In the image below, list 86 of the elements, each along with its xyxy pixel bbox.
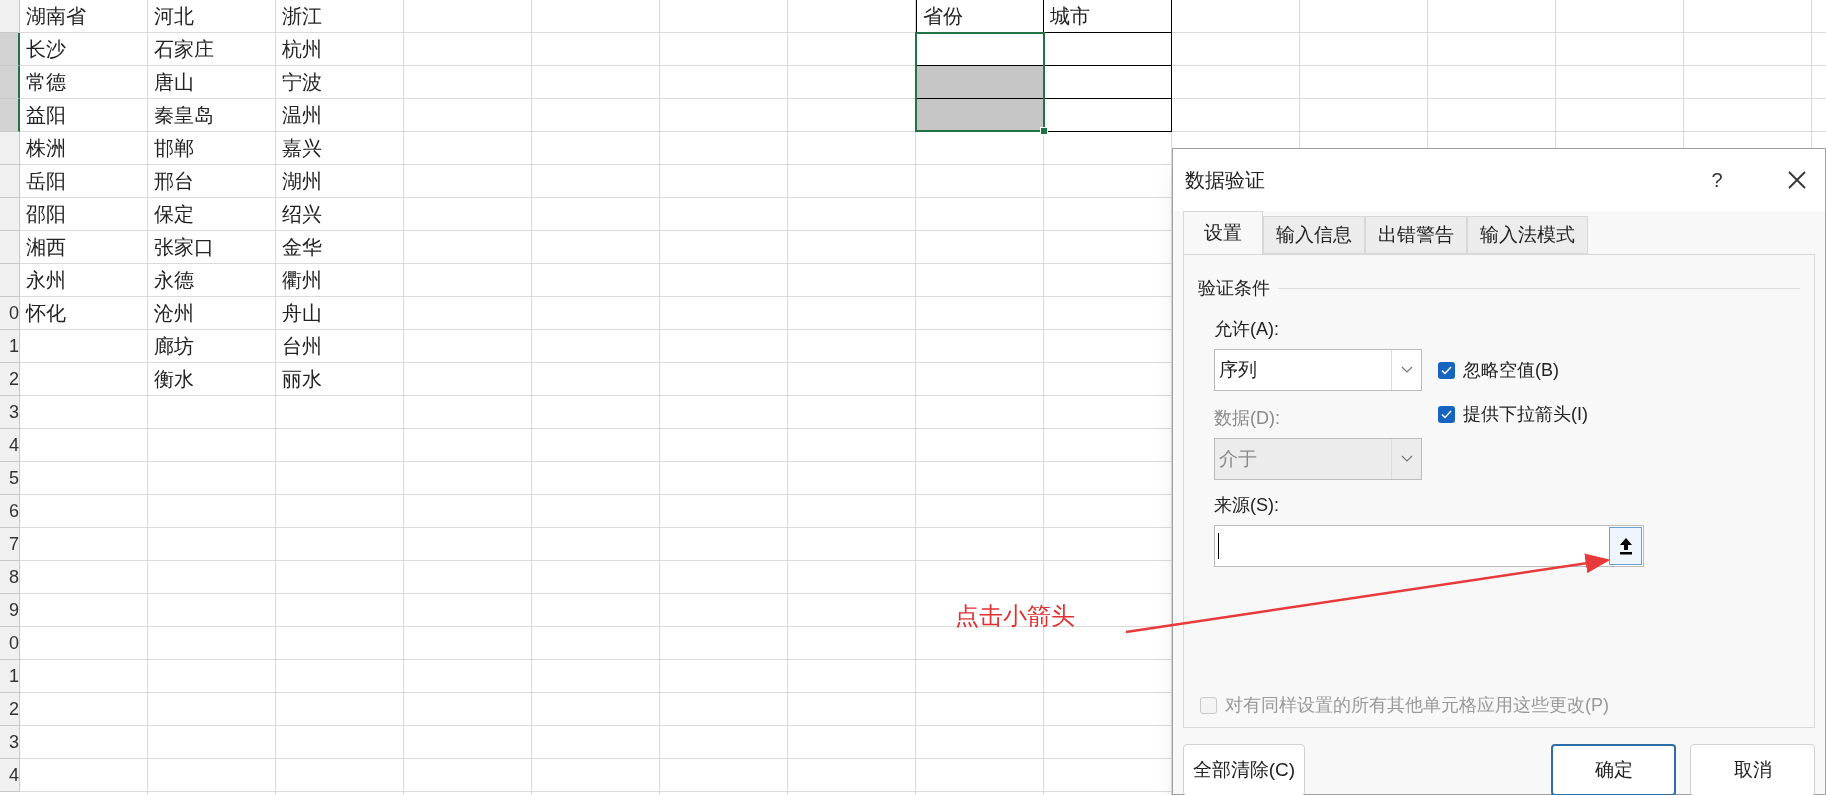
table-cell-text: 绍兴 (281, 202, 323, 227)
table-cell-text: 常德 (25, 70, 67, 95)
table-cell-text: 嘉兴 (281, 136, 323, 161)
row-header[interactable]: 3 (0, 396, 20, 429)
upload-arrow-icon (1618, 537, 1633, 555)
table-cell-text: 邢台 (153, 169, 195, 194)
table-cell-text: 衢州 (281, 268, 323, 293)
field-label: 来源(S): (1214, 494, 1280, 517)
row-header[interactable]: 7 (0, 528, 20, 561)
chevron-down-icon (1400, 455, 1413, 463)
row-header[interactable]: 8 (0, 561, 20, 594)
table-cell-text: 丽水 (281, 367, 323, 392)
dialog-tab[interactable]: 设置 (1183, 211, 1263, 254)
table-cell-text: 秦皇岛 (153, 103, 215, 128)
table-cell-text: 岳阳 (25, 169, 67, 194)
row-header[interactable]: 3 (0, 726, 20, 759)
source-input[interactable] (1214, 525, 1644, 567)
field-label: 允许(A): (1214, 318, 1280, 341)
checkbox-label: 忽略空值(B) (1463, 359, 1559, 382)
close-icon (1788, 171, 1806, 189)
row-header[interactable] (0, 33, 20, 66)
dialog-tab[interactable]: 输入信息 (1263, 216, 1365, 254)
table-cell-text: 邯郸 (153, 136, 195, 161)
empty-table-cell[interactable] (1044, 33, 1172, 66)
row-header[interactable]: 6 (0, 495, 20, 528)
dropdown-field[interactable]: 序列 (1214, 349, 1422, 391)
table-cell-text: 湖州 (281, 169, 323, 194)
dialog-button[interactable]: 取消 (1690, 744, 1815, 795)
table-cell-text: 永州 (25, 268, 67, 293)
row-header[interactable]: 9 (0, 594, 20, 627)
dialog-button[interactable]: 全部清除(C) (1183, 744, 1305, 795)
table-cell-text: 湘西 (25, 235, 67, 260)
table-cell-text: 衡水 (153, 367, 195, 392)
row-header[interactable]: 1 (0, 330, 20, 363)
checkbox[interactable] (1438, 362, 1455, 379)
text-cursor (1218, 533, 1219, 559)
annotation-text: 点击小箭头 (955, 601, 1075, 631)
row-header[interactable]: 4 (0, 759, 20, 792)
dialog-tab[interactable]: 输入法模式 (1467, 216, 1588, 254)
dialog-button[interactable]: 确定 (1551, 744, 1676, 795)
table-cell-text: 益阳 (25, 103, 67, 128)
table-cell-text: 邵阳 (25, 202, 67, 227)
table-cell-text: 株洲 (25, 136, 67, 161)
table-cell: 城市 (1044, 0, 1172, 33)
group-label: 验证条件 (1198, 277, 1270, 300)
checkmark-icon (1441, 410, 1452, 419)
table-cell-text: 张家口 (153, 235, 215, 260)
table-cell-text: 舟山 (281, 301, 323, 326)
collapse-button[interactable] (1609, 527, 1642, 565)
table-cell-text: 廊坊 (153, 334, 195, 359)
checkbox-label: 提供下拉箭头(I) (1463, 403, 1588, 426)
row-header[interactable]: 5 (0, 462, 20, 495)
table-cell-text: 长沙 (25, 37, 67, 62)
table-cell-text: 湖南省 (25, 4, 87, 29)
table-cell-text: 沧州 (153, 301, 195, 326)
chevron-down-icon (1400, 366, 1413, 374)
help-button[interactable]: ? (1697, 165, 1737, 195)
table-cell-text: 河北 (153, 4, 195, 29)
table-cell-text: 杭州 (281, 37, 323, 62)
table-cell-text: 浙江 (281, 4, 323, 29)
table-cell-text: 宁波 (281, 70, 323, 95)
table-cell-text: 台州 (281, 334, 323, 359)
row-header[interactable]: 4 (0, 429, 20, 462)
table-cell-text: 唐山 (153, 70, 195, 95)
table-cell-text: 怀化 (24, 301, 67, 326)
row-header[interactable] (0, 66, 20, 99)
table-cell: 省份 (916, 0, 1044, 33)
row-header[interactable]: 1 (0, 660, 20, 693)
table-cell-text: 温州 (281, 103, 323, 128)
selected-cell[interactable] (916, 66, 1044, 99)
checkbox-label: 对有同样设置的所有其他单元格应用这些更改(P) (1225, 694, 1609, 717)
row-header[interactable]: 2 (0, 693, 20, 726)
checkmark-icon (1441, 366, 1452, 375)
selected-cell[interactable] (916, 99, 1044, 132)
table-cell-text: 石家庄 (153, 37, 215, 62)
table-cell-text: 保定 (153, 202, 195, 227)
dialog-tab[interactable]: 出错警告 (1365, 216, 1467, 254)
row-header[interactable]: 0 (0, 627, 20, 660)
row-header[interactable] (0, 99, 20, 132)
field-label: 数据(D): (1214, 407, 1281, 430)
window-title: 数据验证 (1185, 168, 1266, 193)
table-cell-text: 永德 (153, 268, 195, 293)
checkbox[interactable] (1438, 406, 1455, 423)
row-header[interactable]: 2 (0, 363, 20, 396)
table-cell-text: 金华 (281, 235, 323, 260)
row-header[interactable]: 0 (0, 297, 20, 330)
